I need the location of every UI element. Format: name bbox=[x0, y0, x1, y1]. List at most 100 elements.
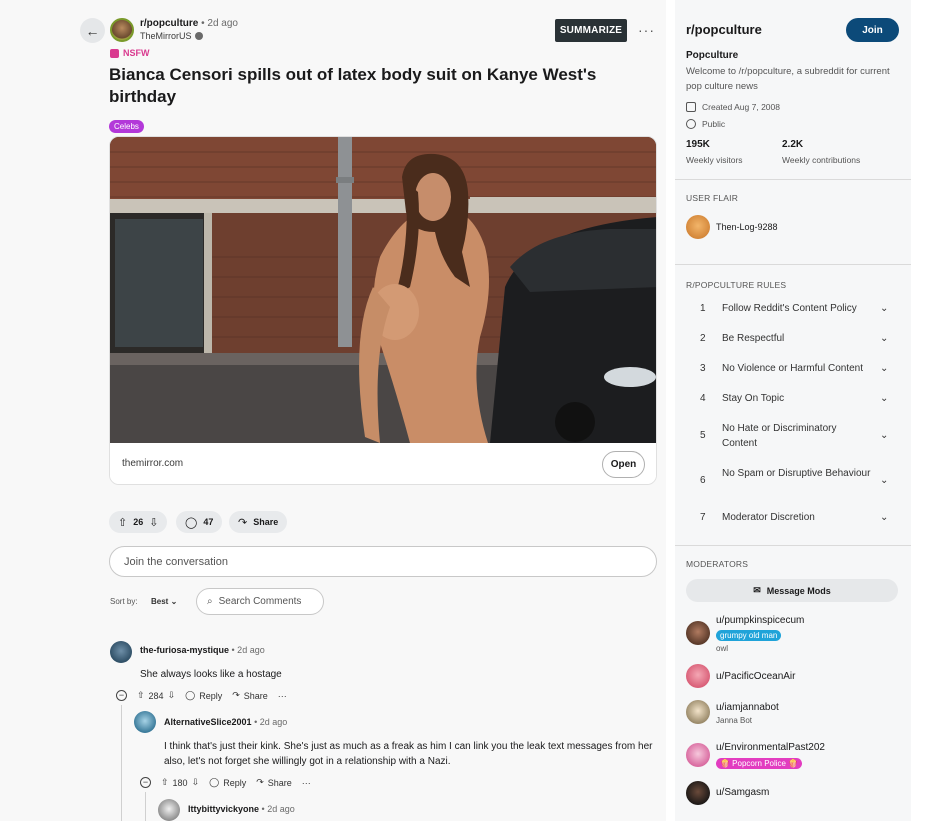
post-title: Bianca Censori spills out of latex body … bbox=[109, 65, 597, 106]
moderator-name[interactable]: u/Samgasm bbox=[716, 787, 769, 798]
user-flair-name[interactable]: Then-Log-9288 bbox=[716, 222, 778, 232]
share-button[interactable]: ↷ Share bbox=[229, 511, 288, 533]
comment-share-button[interactable]: ↷ Share bbox=[256, 777, 292, 788]
rule-item[interactable]: 2 Be Respectful ⌄ bbox=[700, 331, 896, 346]
verified-icon bbox=[194, 32, 203, 40]
downvote-icon[interactable]: ⇩ bbox=[149, 516, 158, 529]
moderator-name[interactable]: u/pumpkinspicecum bbox=[716, 615, 804, 626]
sidebar-title[interactable]: r/popculture bbox=[686, 22, 762, 37]
created-date: Created Aug 7, 2008 bbox=[686, 102, 780, 112]
rules-heading: R/POPCULTURE RULES bbox=[686, 280, 787, 290]
comment-actions: − ⇧ 180 ⇩ ◯ Reply ↷ Share ··· bbox=[140, 777, 311, 788]
post-flair[interactable]: Celebs bbox=[109, 120, 144, 133]
subreddit-avatar[interactable] bbox=[110, 18, 134, 42]
author-name[interactable]: TheMirrorUS bbox=[140, 31, 192, 41]
rule-number: 4 bbox=[700, 393, 706, 404]
upvote-icon[interactable]: ⇧ bbox=[137, 690, 145, 701]
thread-line[interactable] bbox=[145, 792, 146, 821]
subreddit-link[interactable]: r/popculture • 2d ago bbox=[140, 18, 238, 29]
comment-username[interactable]: the-furiosa-mystique bbox=[140, 645, 229, 655]
comments-button[interactable]: ◯ 47 bbox=[176, 511, 223, 533]
moderator-avatar[interactable] bbox=[686, 781, 710, 805]
created-label: Created Aug 7, 2008 bbox=[702, 102, 780, 112]
upvote-icon[interactable]: ⇧ bbox=[161, 777, 169, 788]
rule-item[interactable]: 6 No Spam or Disruptive Behaviour ⌄ bbox=[700, 466, 896, 496]
chevron-down-icon: ⌄ bbox=[880, 475, 889, 486]
moderator-name[interactable]: u/EnvironmentalPast202 bbox=[716, 742, 825, 753]
collapse-icon[interactable]: − bbox=[116, 690, 127, 701]
moderator-name[interactable]: u/PacificOceanAir bbox=[716, 671, 795, 682]
rule-item[interactable]: 7 Moderator Discretion ⌄ bbox=[700, 510, 896, 525]
open-link-button[interactable]: Open bbox=[602, 451, 645, 478]
sort-dropdown[interactable]: Best ⌄ bbox=[151, 597, 177, 606]
user-flair-avatar bbox=[686, 215, 710, 239]
community-description: Welcome to /r/popculture, a subreddit fo… bbox=[686, 66, 890, 92]
comment-share-button[interactable]: ↷ Share bbox=[232, 690, 268, 701]
subreddit-name[interactable]: r/popculture bbox=[140, 18, 198, 29]
rule-item[interactable]: 3 No Violence or Harmful Content ⌄ bbox=[700, 361, 896, 376]
comment-share-label: Share bbox=[267, 777, 292, 788]
commenter-avatar[interactable] bbox=[110, 641, 132, 663]
rule-number: 6 bbox=[700, 475, 706, 486]
link-card-footer: themirror.com Open bbox=[110, 443, 656, 484]
reply-button[interactable]: ◯ Reply bbox=[185, 690, 222, 701]
rule-text: Follow Reddit's Content Policy bbox=[722, 303, 857, 314]
share-label: Share bbox=[253, 517, 279, 527]
commenter-avatar[interactable] bbox=[158, 799, 180, 821]
comment-icon: ◯ bbox=[185, 516, 198, 529]
sort-value[interactable]: Best bbox=[151, 597, 168, 606]
comment-header: AlternativeSlice2001 • 2d ago bbox=[164, 717, 287, 727]
commenter-avatar[interactable] bbox=[134, 711, 156, 733]
moderator-avatar[interactable] bbox=[686, 700, 710, 724]
moderator-name[interactable]: u/iamjannabot bbox=[716, 702, 779, 713]
message-mods-button[interactable]: ✉ Message Mods bbox=[686, 579, 898, 602]
comment-more-button[interactable]: ··· bbox=[302, 778, 311, 788]
moderator-avatar[interactable] bbox=[686, 743, 710, 767]
comment-more-button[interactable]: ··· bbox=[278, 691, 287, 701]
share-icon: ↷ bbox=[256, 777, 264, 787]
post-author[interactable]: TheMirrorUS bbox=[140, 31, 203, 41]
more-options-button[interactable]: ··· bbox=[638, 22, 655, 38]
collapse-icon[interactable]: − bbox=[140, 777, 151, 788]
link-card[interactable]: themirror.com Open bbox=[109, 136, 657, 485]
message-mods-label: Message Mods bbox=[766, 585, 831, 596]
search-icon: ⌕ bbox=[207, 596, 213, 607]
link-domain[interactable]: themirror.com bbox=[122, 458, 183, 469]
search-comments-input[interactable]: ⌕ Search Comments bbox=[196, 588, 324, 615]
comment-input[interactable]: Join the conversation bbox=[109, 546, 657, 577]
summarize-button[interactable]: SUMMARIZE bbox=[555, 19, 627, 42]
reply-button[interactable]: ◯ Reply bbox=[209, 777, 246, 788]
back-button[interactable]: ← bbox=[80, 18, 105, 43]
comment-header: the-furiosa-mystique • 2d ago bbox=[140, 645, 265, 655]
visibility-label: Public bbox=[702, 119, 726, 129]
rule-text: Stay On Topic bbox=[722, 393, 785, 404]
rule-item[interactable]: 4 Stay On Topic ⌄ bbox=[700, 391, 896, 406]
moderator-avatar[interactable] bbox=[686, 664, 710, 688]
moderator-avatar[interactable] bbox=[686, 621, 710, 645]
upvote-icon[interactable]: ⇧ bbox=[118, 516, 127, 529]
rule-item[interactable]: 5 No Hate or Discriminatory Content ⌄ bbox=[700, 421, 896, 451]
comment-username[interactable]: AlternativeSlice2001 bbox=[164, 717, 252, 727]
rule-text: Be Respectful bbox=[722, 333, 785, 344]
post-thumbnail[interactable] bbox=[110, 137, 656, 443]
nsfw-icon bbox=[110, 48, 119, 58]
chevron-down-icon: ⌄ bbox=[880, 393, 889, 404]
comment-vote: ⇧ 284 ⇩ bbox=[137, 690, 175, 701]
rule-text: No Hate or Discriminatory Content bbox=[722, 423, 837, 449]
chevron-down-icon: ⌄ bbox=[880, 303, 889, 314]
downvote-icon[interactable]: ⇩ bbox=[192, 777, 200, 788]
moderator-subtext: Janna Bot bbox=[716, 716, 753, 725]
share-icon: ↷ bbox=[232, 690, 240, 700]
nsfw-badge: NSFW bbox=[110, 48, 150, 58]
rule-item[interactable]: 1 Follow Reddit's Content Policy ⌄ bbox=[700, 301, 896, 316]
chevron-down-icon: ⌄ bbox=[880, 333, 889, 344]
join-button[interactable]: Join bbox=[846, 18, 899, 42]
comment-username[interactable]: Ittybittyvickyone bbox=[188, 804, 259, 814]
reddit-post-page: ← r/popculture • 2d ago TheMirrorUS SUMM… bbox=[0, 0, 936, 821]
downvote-icon[interactable]: ⇩ bbox=[168, 690, 176, 701]
comment-share-label: Share bbox=[243, 690, 268, 701]
weekly-visitors-value: 195K bbox=[686, 139, 710, 150]
thread-line[interactable] bbox=[121, 705, 122, 821]
chevron-down-icon: ⌄ bbox=[880, 363, 889, 374]
nsfw-label: NSFW bbox=[123, 48, 150, 58]
